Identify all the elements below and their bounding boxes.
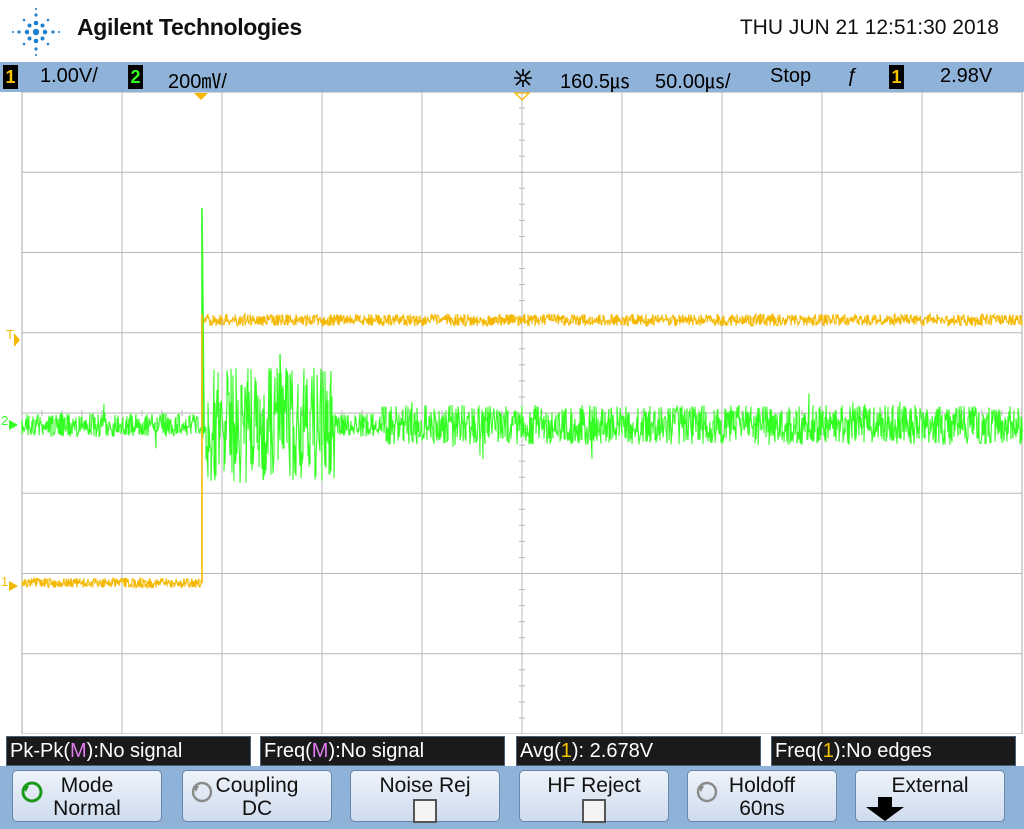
measurement-freq-ch1[interactable]: Freq(1):No edges — [771, 736, 1016, 766]
ch1-badge[interactable]: 1 — [3, 65, 18, 89]
delay-icon — [514, 69, 532, 87]
meas-value: ):No signal — [86, 740, 183, 762]
date-time: THU JUN 21 12:51:30 2018 — [739, 16, 999, 39]
arrow-down-icon — [866, 797, 904, 821]
meas-value: ):No edges — [833, 740, 932, 762]
meas-value: ):No signal — [328, 740, 425, 762]
header-bar: Agilent Technologies THU JUN 21 12:51:30… — [0, 0, 1024, 62]
meas-label: Pk-Pk( — [10, 740, 70, 762]
ch1-ground-marker: 1 — [1, 574, 8, 589]
trigger-level: 2.98V — [940, 65, 993, 87]
measurement-pk-pk[interactable]: Pk-Pk(M):No signal — [6, 736, 251, 766]
measurement-avg[interactable]: Avg(1): 2.678V — [516, 736, 761, 766]
ch2-spike — [279, 353, 283, 426]
ch1-low-segment — [21, 576, 203, 590]
external-title: External — [891, 774, 969, 797]
meas-source: 1 — [822, 740, 834, 762]
waveform-graticule: T 2 1 — [1, 92, 1023, 734]
ch1-high-segment — [203, 311, 1023, 328]
meas-source: M — [70, 740, 87, 762]
agilent-spark-logo-icon — [12, 8, 60, 56]
trigger-level-arrow-icon — [14, 333, 20, 347]
status-bar: 1 1.00V/ 2 200㎷/ 160.5㎲ 50.00㎲/ Stop ƒ 1… — [0, 62, 1024, 93]
meas-source: M — [311, 740, 329, 762]
channel-markers: T 2 1 — [1, 92, 531, 591]
timebase-scale: 50.00㎲/ — [655, 71, 731, 93]
meas-label: Avg( — [520, 740, 561, 762]
ch1-ground-arrow-icon — [9, 581, 18, 591]
trigger-edge-icon: ƒ — [847, 65, 859, 87]
noise-reject-checkbox[interactable] — [413, 799, 437, 823]
hf-reject-title: HF Reject — [547, 774, 641, 797]
brand-name: Agilent Technologies — [77, 14, 302, 40]
ch2-ground-arrow-icon — [9, 420, 18, 430]
trigger-position-marker — [194, 93, 208, 100]
softkey-bar: Mode Normal Coupling DC Noise Rej HF Rej… — [0, 766, 1024, 829]
hf-reject-checkbox[interactable] — [582, 799, 606, 823]
run-state: Stop — [770, 65, 812, 87]
external-softkey[interactable]: External — [855, 770, 1005, 822]
ch2-ground-marker: 2 — [1, 413, 8, 428]
meas-value: ): 2.678V — [571, 740, 654, 762]
hf-reject-softkey[interactable]: HF Reject — [519, 770, 669, 823]
ch2-scale: 200㎷/ — [168, 71, 227, 93]
rotate-knob-icon — [191, 781, 213, 803]
ch1-scale: 1.00V/ — [40, 65, 98, 87]
noise-reject-title: Noise Rej — [379, 774, 471, 797]
rotate-knob-icon — [21, 781, 43, 803]
waveform-display[interactable]: T 2 1 — [0, 92, 1024, 734]
horizontal-delay: 160.5㎲ — [560, 71, 631, 93]
rotate-knob-icon — [696, 781, 718, 803]
measurement-freq-math[interactable]: Freq(M):No signal — [260, 736, 505, 766]
trigger-source-badge[interactable]: 1 — [889, 65, 904, 89]
mode-softkey[interactable]: Mode Normal — [12, 770, 162, 822]
trigger-level-marker: T — [6, 327, 14, 342]
meas-source: 1 — [560, 740, 572, 762]
meas-label: Freq( — [775, 740, 823, 762]
holdoff-softkey[interactable]: Holdoff 60ns — [687, 770, 837, 822]
ch2-badge[interactable]: 2 — [128, 65, 143, 89]
coupling-softkey[interactable]: Coupling DC — [182, 770, 332, 822]
noise-reject-softkey[interactable]: Noise Rej — [350, 770, 500, 823]
meas-label: Freq( — [264, 740, 312, 762]
